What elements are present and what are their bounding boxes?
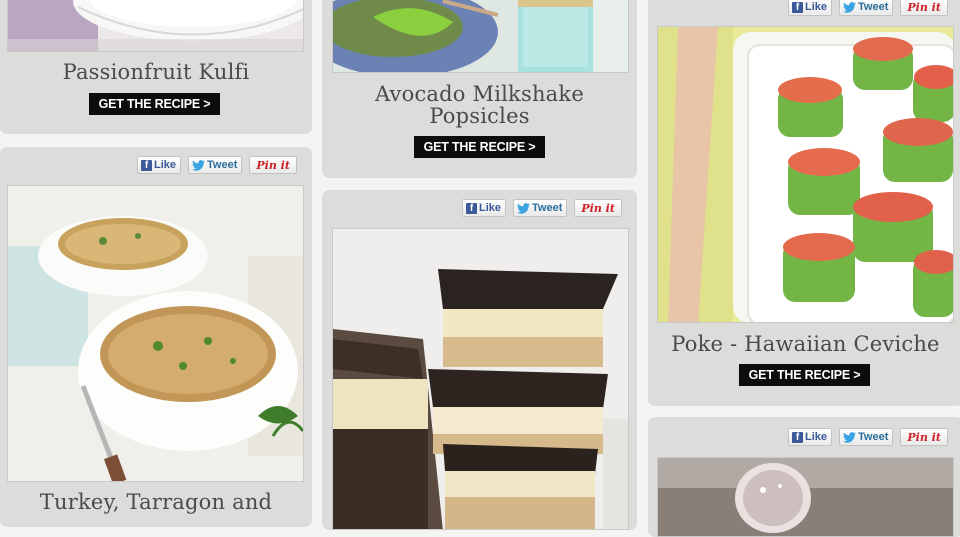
recipe-photo-turkey[interactable] xyxy=(7,185,304,482)
share-bar-caramel-slice: f Like Tweet Pin it xyxy=(462,199,622,217)
facebook-like-button[interactable]: f Like xyxy=(137,156,182,174)
kulfi-image xyxy=(8,0,303,51)
poke-ceviche-image xyxy=(658,27,953,322)
twitter-bird-icon xyxy=(843,431,857,443)
recipe-card-next: f Like Tweet Pin it xyxy=(648,417,960,537)
tweet-button[interactable]: Tweet xyxy=(839,428,894,446)
recipe-card-poke: f Like Tweet Pin it Poke - Hawaiian Cevi… xyxy=(648,0,960,406)
recipe-title-avocado-line2: Popsicles xyxy=(429,104,530,128)
recipe-photo-avocado[interactable] xyxy=(332,0,629,73)
twitter-bird-icon xyxy=(843,1,857,13)
recipe-photo-caramel-slice[interactable] xyxy=(332,228,629,530)
like-label: Like xyxy=(479,202,502,214)
recipe-card-avocado: Avocado Milkshake Popsicles GET THE RECI… xyxy=(322,0,637,178)
share-bar-poke: f Like Tweet Pin it xyxy=(788,0,948,16)
avocado-popsicle-image xyxy=(333,0,628,72)
pin-it-button[interactable]: Pin it xyxy=(249,156,297,174)
tweet-label: Tweet xyxy=(207,159,238,171)
pin-it-button[interactable]: Pin it xyxy=(900,428,948,446)
share-bar-next: f Like Tweet Pin it xyxy=(788,428,948,446)
facebook-like-button[interactable]: f Like xyxy=(788,428,833,446)
facebook-icon: f xyxy=(792,1,803,13)
tweet-button[interactable]: Tweet xyxy=(839,0,894,16)
tweet-button[interactable]: Tweet xyxy=(513,199,568,217)
tweet-label: Tweet xyxy=(858,431,889,443)
facebook-icon: f xyxy=(141,159,152,171)
tweet-label: Tweet xyxy=(532,202,563,214)
facebook-icon: f xyxy=(792,431,803,443)
recipe-card-kulfi: Passionfruit Kulfi GET THE RECIPE > xyxy=(0,0,312,134)
recipe-photo-next[interactable] xyxy=(657,457,954,537)
facebook-icon: f xyxy=(466,202,477,214)
twitter-bird-icon xyxy=(517,202,531,214)
like-label: Like xyxy=(154,159,177,171)
recipe-photo-kulfi[interactable] xyxy=(7,0,304,52)
facebook-like-button[interactable]: f Like xyxy=(788,0,833,16)
recipe-title-avocado[interactable]: Avocado Milkshake Popsicles xyxy=(322,83,637,127)
get-recipe-button-poke[interactable]: GET THE RECIPE > xyxy=(739,364,870,386)
like-label: Like xyxy=(805,1,828,13)
caramel-slice-image xyxy=(333,229,628,529)
tweet-button[interactable]: Tweet xyxy=(188,156,243,174)
get-recipe-button-kulfi[interactable]: GET THE RECIPE > xyxy=(89,93,220,115)
recipe-card-turkey: f Like Tweet Pin it Turkey, Tarragon and xyxy=(0,147,312,527)
recipe-title-turkey[interactable]: Turkey, Tarragon and xyxy=(0,491,312,513)
pin-it-button[interactable]: Pin it xyxy=(900,0,948,16)
recipe-title-kulfi[interactable]: Passionfruit Kulfi xyxy=(0,61,312,83)
recipe-title-poke[interactable]: Poke - Hawaiian Ceviche xyxy=(648,333,960,355)
recipe-photo-poke[interactable] xyxy=(657,26,954,323)
dessert-image xyxy=(658,458,953,536)
get-recipe-button-avocado[interactable]: GET THE RECIPE > xyxy=(414,136,545,158)
like-label: Like xyxy=(805,431,828,443)
turkey-bake-image xyxy=(8,186,303,481)
recipe-card-caramel-slice: f Like Tweet Pin it xyxy=(322,190,637,530)
recipe-title-avocado-line1: Avocado Milkshake xyxy=(375,82,584,106)
share-bar-turkey: f Like Tweet Pin it xyxy=(137,156,297,174)
facebook-like-button[interactable]: f Like xyxy=(462,199,507,217)
tweet-label: Tweet xyxy=(858,1,889,13)
twitter-bird-icon xyxy=(192,159,206,171)
pin-it-button[interactable]: Pin it xyxy=(574,199,622,217)
